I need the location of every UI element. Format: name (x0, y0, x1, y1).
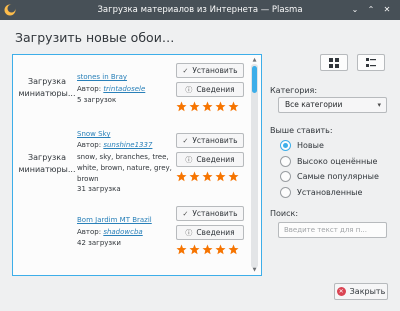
search-label: Поиск: (270, 209, 299, 218)
download-count: 42 загрузки (77, 239, 121, 247)
author-link[interactable]: sunshine1337 (103, 141, 152, 149)
view-details-icon (366, 57, 376, 67)
star-icon (215, 244, 226, 255)
rating-stars (176, 101, 239, 112)
thumbnail-loading: Загрузка миниатюры... (18, 77, 76, 98)
download-count: 31 загрузка (77, 185, 121, 193)
radio-button[interactable] (280, 156, 291, 167)
sort-label: Выше ставить: (270, 126, 333, 135)
list-item: Bom Jardim MT Brazil Автор: shadowcba 42… (13, 202, 251, 274)
info-icon: ⓘ (185, 85, 193, 94)
install-button[interactable]: ✓ Установить (176, 206, 244, 221)
star-icon (189, 244, 200, 255)
checkmark-icon: ✓ (182, 209, 189, 218)
sort-option-installed[interactable]: Установленные (280, 187, 362, 198)
star-icon (176, 244, 187, 255)
sort-option-newest[interactable]: Новые (280, 140, 324, 151)
info-icon: ⓘ (185, 155, 193, 164)
item-author: Автор: trintadosele (77, 85, 146, 93)
install-button[interactable]: ✓ Установить (176, 63, 244, 78)
item-title-link[interactable]: Bom Jardim MT Brazil (77, 216, 152, 224)
minimize-icon[interactable]: ⌄ (349, 4, 361, 16)
star-icon (215, 101, 226, 112)
list-scrollbar[interactable] (251, 64, 258, 268)
download-count: 5 загрузок (77, 96, 117, 104)
thumbnail-loading: Загрузка миниатюры... (18, 153, 76, 174)
category-select[interactable]: Все категории ▾ (278, 97, 387, 113)
install-button[interactable]: ✓ Установить (176, 133, 244, 148)
window-title: Загрузка материалов из Интернета — Plasm… (97, 5, 303, 15)
star-icon (202, 101, 213, 112)
info-icon: ⓘ (185, 228, 193, 237)
list-item: Загрузка миниатюры... Snow Sky Автор: su… (13, 129, 251, 201)
scroll-down-icon[interactable]: ▼ (251, 267, 258, 275)
view-icons-button[interactable] (320, 54, 348, 71)
star-icon (189, 101, 200, 112)
view-details-button[interactable] (357, 54, 385, 71)
star-icon (228, 101, 239, 112)
rating-stars (176, 171, 239, 182)
star-icon (176, 171, 187, 182)
checkmark-icon: ✓ (182, 66, 189, 75)
close-button[interactable]: ✕ Закрыть (334, 283, 388, 300)
radio-button[interactable] (280, 140, 291, 151)
radio-button[interactable] (280, 187, 291, 198)
star-icon (202, 244, 213, 255)
maximize-icon[interactable]: ⌃ (365, 4, 377, 16)
star-icon (215, 171, 226, 182)
author-link[interactable]: trintadosele (103, 85, 145, 93)
item-title-link[interactable]: Snow Sky (77, 130, 111, 138)
checkmark-icon: ✓ (182, 136, 189, 145)
star-icon (228, 244, 239, 255)
close-icon: ✕ (336, 287, 346, 296)
details-button[interactable]: ⓘ Сведения (176, 82, 244, 97)
scrollbar-thumb[interactable] (252, 66, 257, 93)
window-titlebar: Загрузка материалов из Интернета — Plasm… (0, 0, 400, 20)
view-icons-icon (329, 57, 339, 68)
wallpaper-list[interactable]: Загрузка миниатюры... stones in Bray Авт… (12, 54, 262, 276)
radio-button[interactable] (280, 171, 291, 182)
star-icon (228, 171, 239, 182)
list-item: Загрузка миниатюры... stones in Bray Авт… (13, 59, 251, 127)
star-icon (202, 171, 213, 182)
details-button[interactable]: ⓘ Сведения (176, 152, 244, 167)
item-author: Автор: sunshine1337 (77, 141, 153, 149)
sort-option-most-popular[interactable]: Самые популярные (280, 171, 379, 182)
sort-option-top-rated[interactable]: Высоко оценённые (280, 156, 377, 167)
page-title: Загрузить новые обои… (15, 30, 175, 45)
rating-stars (176, 244, 239, 255)
item-author: Автор: shadowcba (77, 228, 143, 236)
chevron-down-icon: ▾ (377, 101, 381, 109)
close-window-icon[interactable]: ✕ (381, 4, 393, 16)
category-label: Категория: (270, 86, 318, 95)
star-icon (189, 171, 200, 182)
details-button[interactable]: ⓘ Сведения (176, 225, 244, 240)
item-description: snow, sky, branches, tree, white, brown,… (77, 153, 172, 183)
search-input[interactable] (278, 222, 387, 238)
item-title-link[interactable]: stones in Bray (77, 73, 127, 81)
star-icon (176, 101, 187, 112)
author-link[interactable]: shadowcba (103, 228, 142, 236)
